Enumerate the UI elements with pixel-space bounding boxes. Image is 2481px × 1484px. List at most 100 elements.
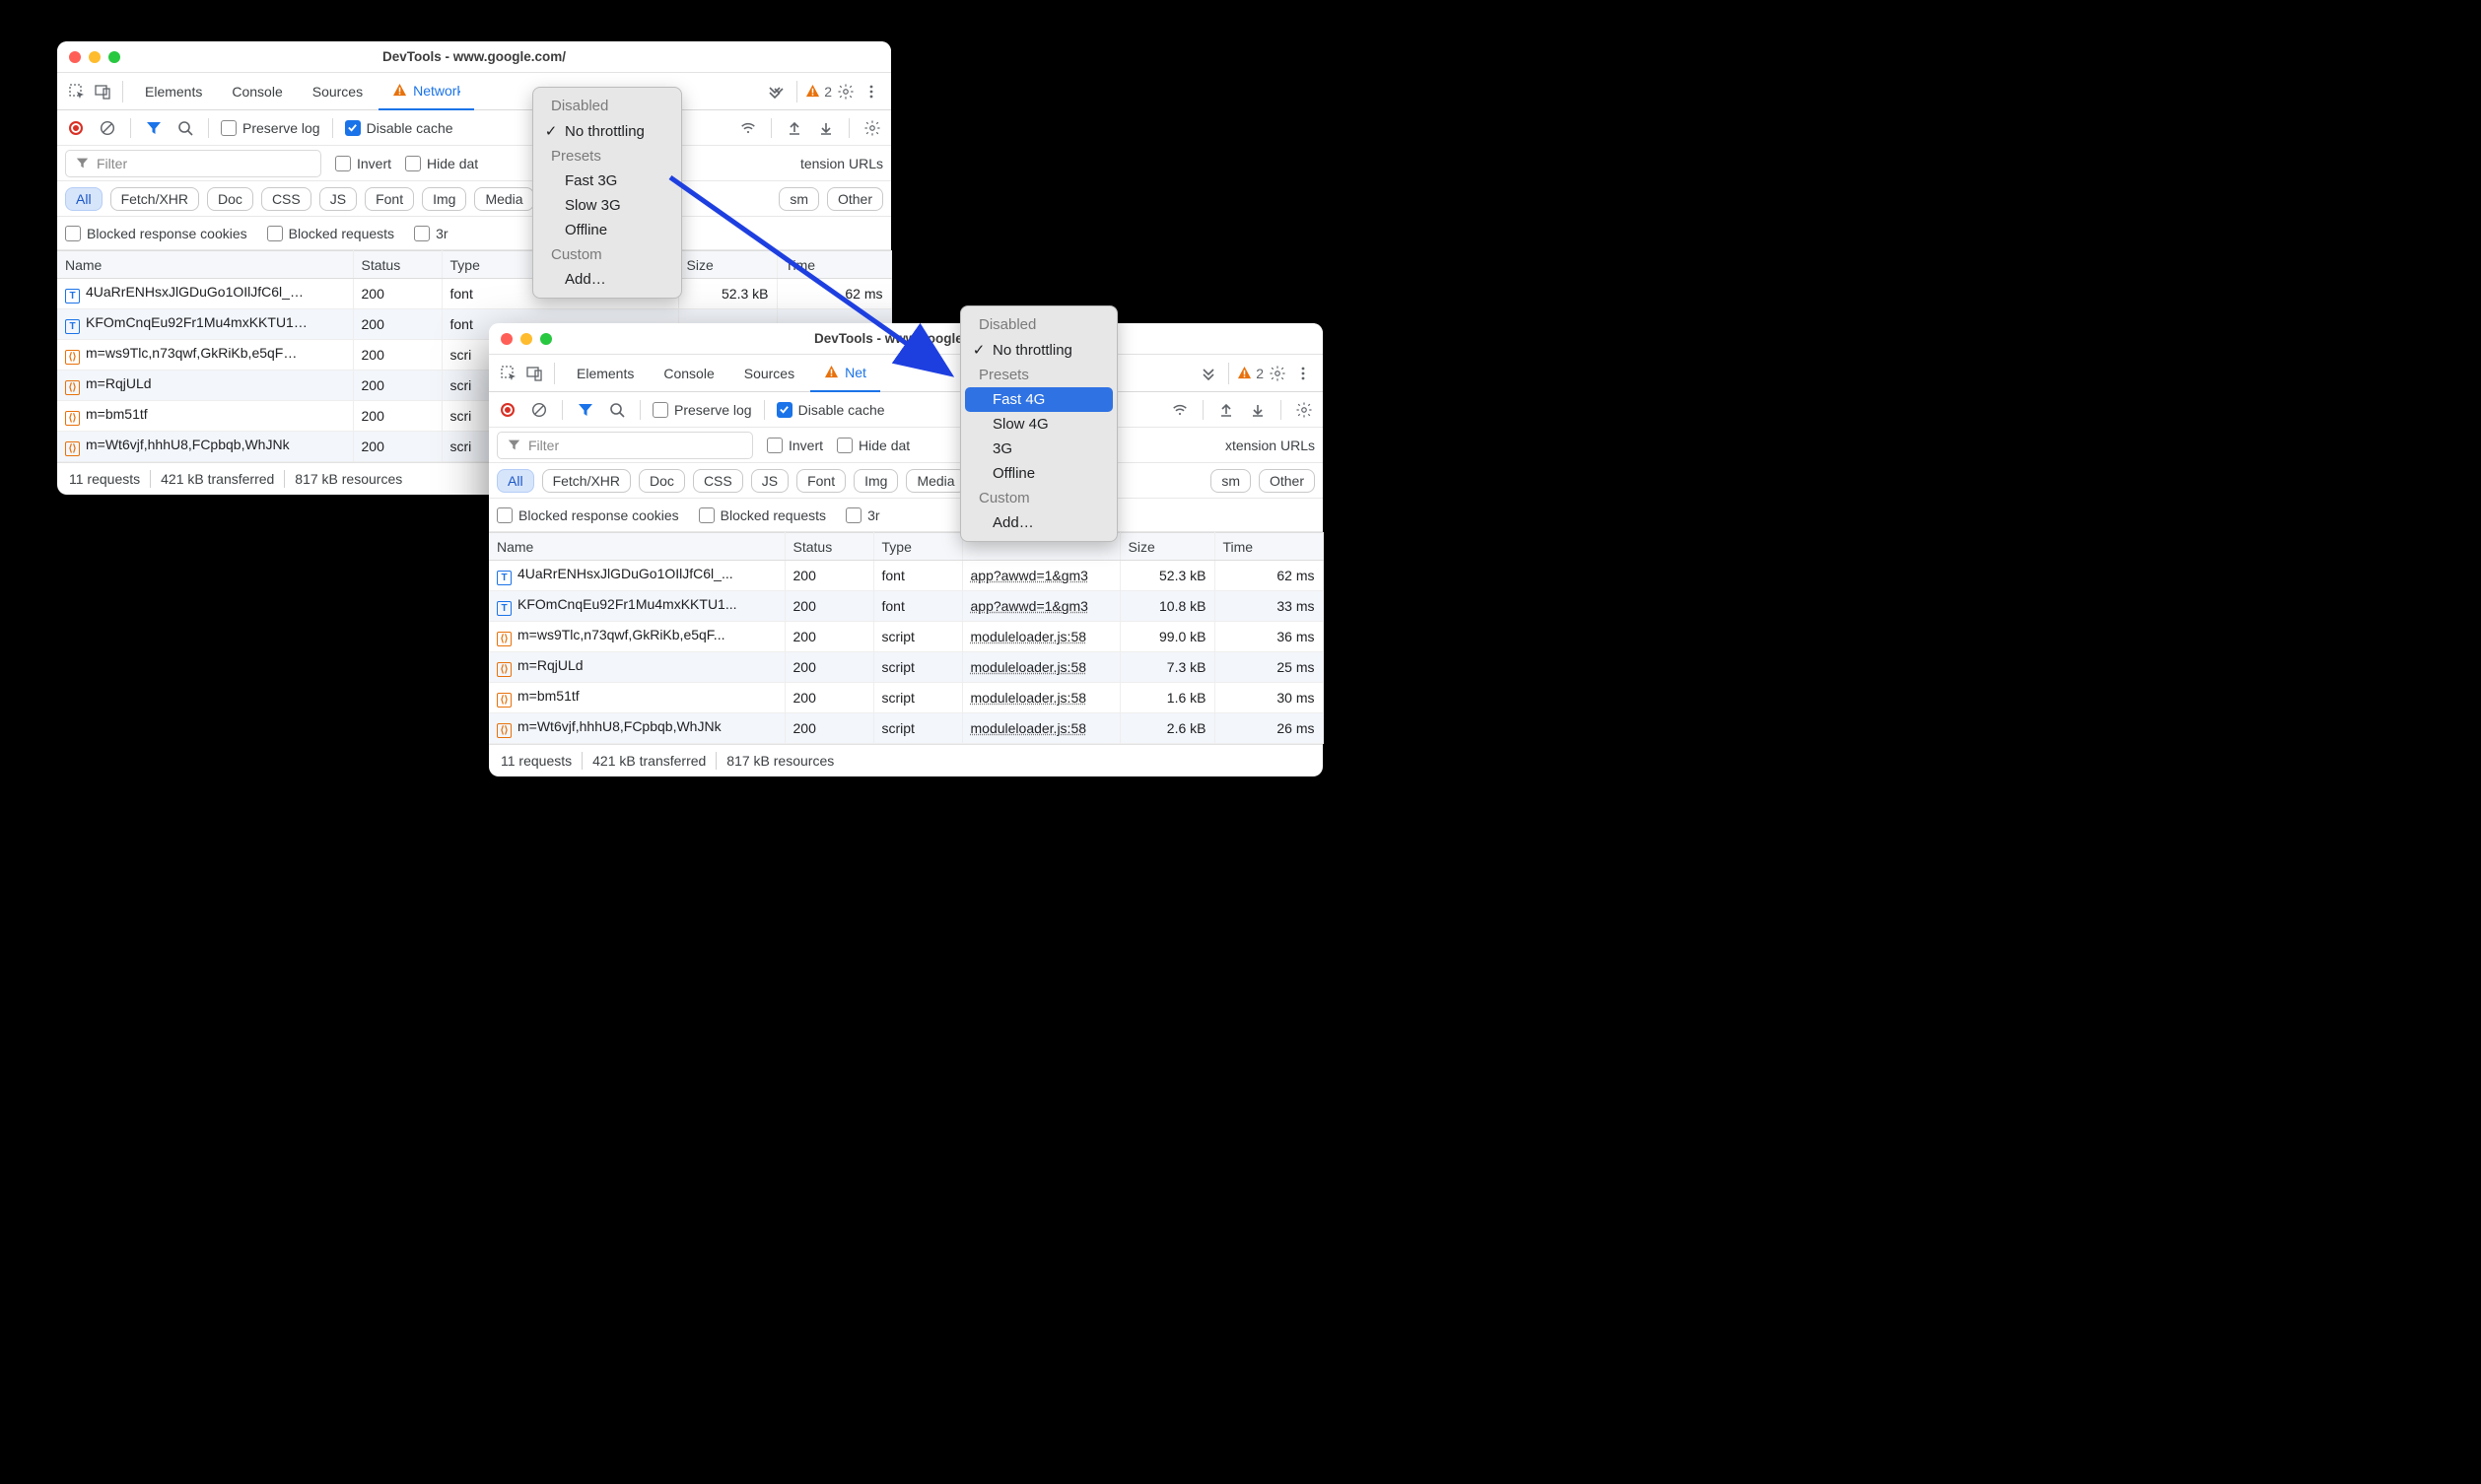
- minimize-window-button[interactable]: [89, 51, 101, 63]
- dd-offline[interactable]: Offline: [965, 461, 1113, 486]
- filter-toggle-icon[interactable]: [143, 117, 165, 139]
- col-name[interactable]: Name: [57, 251, 353, 279]
- record-button[interactable]: [497, 399, 518, 421]
- dd-no-throttling[interactable]: ✓No throttling: [965, 337, 1113, 363]
- tab-console[interactable]: Console: [218, 73, 296, 110]
- preserve-log-checkbox[interactable]: Preserve log: [653, 402, 752, 418]
- table-row[interactable]: TKFOmCnqEu92Fr1Mu4mxKKTU1...200fontapp?a…: [489, 591, 1323, 622]
- chip-wasm-partial[interactable]: sm: [779, 187, 819, 211]
- tab-network[interactable]: Net: [810, 355, 880, 392]
- close-window-button[interactable]: [69, 51, 81, 63]
- chip-font[interactable]: Font: [365, 187, 414, 211]
- chip-font[interactable]: Font: [796, 469, 846, 493]
- table-row[interactable]: ⟨⟩m=Wt6vjf,hhhU8,FCpbqb,WhJNk200scriptmo…: [489, 713, 1323, 744]
- filter-input[interactable]: Filter: [497, 432, 753, 459]
- filter-input[interactable]: Filter: [65, 150, 321, 177]
- chip-css[interactable]: CSS: [693, 469, 743, 493]
- initiator-link[interactable]: app?awwd=1&gm3: [971, 568, 1088, 583]
- dd-slow-3g[interactable]: Slow 3G: [537, 193, 677, 218]
- device-toolbar-icon[interactable]: [91, 80, 114, 103]
- inspect-icon[interactable]: [65, 80, 89, 103]
- hide-data-urls-checkbox[interactable]: Hide dat: [837, 438, 910, 453]
- dd-3g[interactable]: 3G: [965, 437, 1113, 461]
- hide-data-urls-checkbox[interactable]: Hide dat: [405, 156, 478, 171]
- zoom-window-button[interactable]: [540, 333, 552, 345]
- tab-elements[interactable]: Elements: [563, 355, 648, 392]
- initiator-link[interactable]: moduleloader.js:58: [971, 629, 1087, 644]
- table-row[interactable]: T4UaRrENHsxJlGDuGo1OIlJfC6l_…200font52.3…: [57, 279, 891, 309]
- clear-icon[interactable]: [528, 399, 550, 421]
- tab-sources[interactable]: Sources: [299, 73, 377, 110]
- col-name[interactable]: Name: [489, 533, 785, 561]
- invert-checkbox[interactable]: Invert: [767, 438, 823, 453]
- issues-badge[interactable]: 2: [805, 84, 832, 100]
- disable-cache-checkbox[interactable]: Disable cache: [345, 120, 453, 136]
- more-tabs-icon[interactable]: [1197, 362, 1220, 385]
- chip-other[interactable]: Other: [827, 187, 883, 211]
- chip-media[interactable]: Media: [906, 469, 965, 493]
- search-icon[interactable]: [174, 117, 196, 139]
- table-row[interactable]: ⟨⟩m=bm51tf200scriptmoduleloader.js:581.6…: [489, 683, 1323, 713]
- zoom-window-button[interactable]: [108, 51, 120, 63]
- disable-cache-checkbox[interactable]: Disable cache: [777, 402, 885, 418]
- initiator-link[interactable]: moduleloader.js:58: [971, 690, 1087, 706]
- blocked-cookies-checkbox[interactable]: Blocked response cookies: [65, 226, 247, 241]
- network-conditions-icon[interactable]: [737, 117, 759, 139]
- table-row[interactable]: ⟨⟩m=ws9Tlc,n73qwf,GkRiKb,e5qF...200scrip…: [489, 622, 1323, 652]
- chip-all[interactable]: All: [497, 469, 534, 493]
- chip-doc[interactable]: Doc: [207, 187, 253, 211]
- col-size[interactable]: Size: [1120, 533, 1214, 561]
- chip-img[interactable]: Img: [422, 187, 466, 211]
- chip-css[interactable]: CSS: [261, 187, 311, 211]
- dd-fast-4g[interactable]: Fast 4G: [965, 387, 1113, 412]
- chip-doc[interactable]: Doc: [639, 469, 685, 493]
- dd-add[interactable]: Add…: [965, 510, 1113, 535]
- col-type[interactable]: Type: [873, 533, 962, 561]
- col-status[interactable]: Status: [785, 533, 873, 561]
- more-tabs-icon[interactable]: [765, 80, 789, 103]
- network-settings-icon[interactable]: [1293, 399, 1315, 421]
- table-row[interactable]: ⟨⟩m=RqjULd200scriptmoduleloader.js:587.3…: [489, 652, 1323, 683]
- minimize-window-button[interactable]: [520, 333, 532, 345]
- inspect-icon[interactable]: [497, 362, 520, 385]
- dd-no-throttling[interactable]: ✓No throttling: [537, 118, 677, 144]
- col-time[interactable]: Time: [1214, 533, 1323, 561]
- device-toolbar-icon[interactable]: [522, 362, 546, 385]
- chip-js[interactable]: JS: [751, 469, 789, 493]
- download-har-icon[interactable]: [1247, 399, 1269, 421]
- tab-console[interactable]: Console: [650, 355, 727, 392]
- dd-fast-3g[interactable]: Fast 3G: [537, 169, 677, 193]
- download-har-icon[interactable]: [815, 117, 837, 139]
- network-settings-icon[interactable]: [861, 117, 883, 139]
- dd-add[interactable]: Add…: [537, 267, 677, 292]
- tab-network[interactable]: Network: [379, 73, 474, 110]
- chip-other[interactable]: Other: [1259, 469, 1315, 493]
- dd-offline[interactable]: Offline: [537, 218, 677, 242]
- chip-all[interactable]: All: [65, 187, 103, 211]
- chip-js[interactable]: JS: [319, 187, 357, 211]
- blocked-requests-checkbox[interactable]: Blocked requests: [267, 226, 394, 241]
- col-status[interactable]: Status: [353, 251, 442, 279]
- blocked-requests-checkbox[interactable]: Blocked requests: [699, 507, 826, 523]
- filter-toggle-icon[interactable]: [575, 399, 596, 421]
- upload-har-icon[interactable]: [784, 117, 805, 139]
- issues-badge[interactable]: 2: [1237, 366, 1264, 381]
- tab-sources[interactable]: Sources: [730, 355, 808, 392]
- initiator-link[interactable]: moduleloader.js:58: [971, 659, 1087, 675]
- upload-har-icon[interactable]: [1215, 399, 1237, 421]
- col-time[interactable]: Time: [777, 251, 891, 279]
- network-conditions-icon[interactable]: [1169, 399, 1191, 421]
- preserve-log-checkbox[interactable]: Preserve log: [221, 120, 320, 136]
- chip-media[interactable]: Media: [474, 187, 533, 211]
- close-window-button[interactable]: [501, 333, 513, 345]
- tab-elements[interactable]: Elements: [131, 73, 216, 110]
- dd-slow-4g[interactable]: Slow 4G: [965, 412, 1113, 437]
- kebab-menu-icon[interactable]: [860, 80, 883, 103]
- initiator-link[interactable]: moduleloader.js:58: [971, 720, 1087, 736]
- table-row[interactable]: T4UaRrENHsxJlGDuGo1OIlJfC6l_...200fontap…: [489, 561, 1323, 591]
- third-party-checkbox[interactable]: 3r: [846, 507, 879, 523]
- clear-icon[interactable]: [97, 117, 118, 139]
- chip-img[interactable]: Img: [854, 469, 898, 493]
- settings-icon[interactable]: [1266, 362, 1289, 385]
- record-button[interactable]: [65, 117, 87, 139]
